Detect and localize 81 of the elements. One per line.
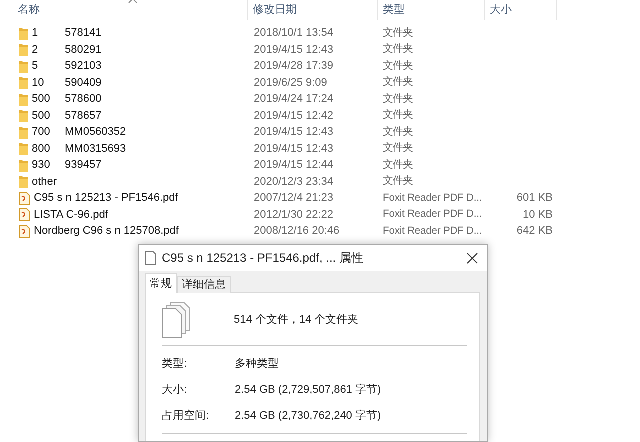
folder-icon bbox=[19, 60, 28, 73]
size-cell-text: 642 KB bbox=[516, 224, 553, 239]
type-cell-text: Foxit Reader PDF D... bbox=[382, 192, 484, 206]
file-name[interactable]: 5 bbox=[32, 58, 65, 74]
folder-icon bbox=[19, 142, 28, 156]
file-name[interactable]: 500 bbox=[32, 108, 65, 124]
file-name[interactable]: 500 bbox=[32, 91, 65, 108]
file-name[interactable]: 578141 bbox=[65, 25, 102, 42]
column-header[interactable]: 类型 bbox=[378, 0, 485, 20]
folder-icon bbox=[19, 76, 28, 90]
property-value: 多种类型 bbox=[235, 356, 279, 372]
pdf-file-icon bbox=[19, 208, 30, 222]
date-cell-text: 2007/12/4 21:23 bbox=[253, 191, 335, 206]
folder-icon bbox=[19, 92, 28, 106]
folder-icon bbox=[19, 26, 28, 40]
date-cell-text: 2019/6/25 9:09 bbox=[253, 76, 328, 90]
file-name[interactable]: 592103 bbox=[65, 58, 102, 74]
dialog-title: C95 s n 125213 - PF1546.pdf, ... 属性 bbox=[162, 250, 364, 267]
type-cell-text: 文件夹 bbox=[382, 158, 414, 173]
size-cell-text: 601 KB bbox=[516, 191, 553, 206]
type-cell-text: 文件夹 bbox=[382, 174, 414, 190]
property-label: 类型: bbox=[162, 356, 188, 372]
file-name[interactable]: 2 bbox=[32, 42, 65, 58]
file-name[interactable]: 580291 bbox=[65, 42, 102, 58]
file-name[interactable]: 590409 bbox=[65, 74, 102, 91]
date-cell-text: 2019/4/24 17:24 bbox=[253, 92, 335, 107]
file-name[interactable]: 700 bbox=[32, 124, 65, 140]
type-cell-text: 文件夹 bbox=[382, 42, 414, 58]
column-header[interactable]: 名称 bbox=[0, 0, 248, 20]
file-name[interactable]: C95 s n 125213 - PF1546.pdf bbox=[34, 190, 178, 206]
type-cell-text: 文件夹 bbox=[382, 26, 414, 41]
dialog-tab[interactable]: 详细信息 bbox=[177, 276, 231, 293]
file-name[interactable]: 930 bbox=[32, 157, 65, 174]
file-name[interactable]: 1 bbox=[32, 25, 65, 42]
folder-icon bbox=[19, 158, 28, 172]
pdf-file-icon bbox=[19, 224, 30, 238]
size-cell-text: 10 KB bbox=[522, 208, 553, 222]
folder-icon bbox=[19, 109, 28, 122]
type-cell-text: 文件夹 bbox=[382, 141, 414, 156]
date-cell-text: 2019/4/15 12:43 bbox=[253, 42, 335, 58]
pdf-file-icon bbox=[19, 192, 30, 205]
file-name[interactable]: Nordberg C96 s n 125708.pdf bbox=[34, 223, 179, 240]
property-label: 占用空间: bbox=[162, 408, 210, 424]
files-icon bbox=[162, 302, 190, 338]
date-cell-text: 2018/10/1 13:54 bbox=[253, 26, 335, 41]
dialog-tab[interactable]: 常规 bbox=[145, 273, 177, 293]
file-name[interactable]: 939457 bbox=[65, 157, 102, 174]
type-cell-text: 文件夹 bbox=[382, 92, 414, 107]
document-icon bbox=[145, 251, 157, 265]
date-cell-text: 2012/1/30 22:22 bbox=[253, 208, 335, 222]
folder-icon bbox=[19, 126, 28, 139]
date-cell-text: 2019/4/15 12:42 bbox=[253, 108, 335, 124]
file-name[interactable]: LISTA C-96.pdf bbox=[34, 206, 108, 223]
file-name[interactable]: 578600 bbox=[65, 91, 102, 108]
date-cell-text: 2020/12/3 23:34 bbox=[253, 174, 335, 190]
type-cell-text: 文件夹 bbox=[382, 108, 414, 124]
date-cell-text: 2019/4/28 17:39 bbox=[253, 59, 335, 74]
type-cell-text: 文件夹 bbox=[382, 75, 414, 90]
type-cell-text: Foxit Reader PDF D... bbox=[382, 224, 484, 239]
date-cell-text: 2008/12/16 20:46 bbox=[253, 224, 341, 239]
type-cell-text: Foxit Reader PDF D... bbox=[382, 208, 484, 222]
folder-icon bbox=[19, 43, 28, 56]
type-cell-text: 文件夹 bbox=[382, 59, 414, 74]
folder-icon bbox=[19, 175, 28, 188]
date-cell-text: 2019/4/15 12:43 bbox=[253, 142, 335, 156]
selection-summary: 514 个文件，14 个文件夹 bbox=[234, 312, 359, 328]
property-value: 2.54 GB (2,730,762,240 字节) bbox=[235, 408, 382, 424]
date-cell-text: 2019/4/15 12:43 bbox=[253, 125, 335, 140]
type-cell-text: 文件夹 bbox=[382, 125, 414, 140]
property-label: 大小: bbox=[162, 382, 188, 398]
column-header[interactable]: 修改日期 bbox=[248, 0, 378, 20]
file-name[interactable]: MM0315693 bbox=[65, 140, 126, 157]
file-name[interactable]: 578657 bbox=[65, 108, 102, 124]
file-name[interactable]: 800 bbox=[32, 140, 65, 157]
property-value: 2.54 GB (2,729,507,861 字节) bbox=[235, 382, 382, 398]
date-cell-text: 2019/4/15 12:44 bbox=[253, 158, 335, 173]
file-name[interactable]: other bbox=[32, 174, 58, 190]
file-name[interactable]: 10 bbox=[32, 74, 65, 91]
column-header[interactable]: 大小 bbox=[485, 0, 557, 20]
file-name[interactable]: MM0560352 bbox=[65, 124, 126, 140]
close-icon bbox=[466, 252, 478, 264]
